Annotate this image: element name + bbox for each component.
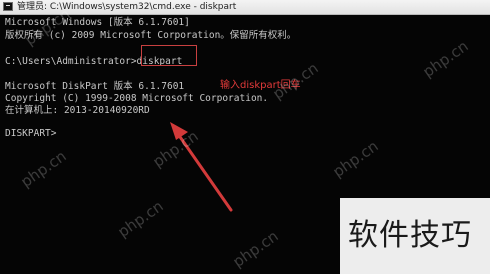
- console-prompt: DISKPART>: [5, 128, 57, 139]
- title-bar[interactable]: 管理员: C:\Windows\system32\cmd.exe - diskp…: [0, 0, 490, 15]
- command-highlight-box: [141, 45, 197, 66]
- window-title: 管理员: C:\Windows\system32\cmd.exe - diskp…: [17, 2, 237, 12]
- brand-badge: 软件技巧: [340, 198, 490, 274]
- console-line-4: Microsoft DiskPart 版本 6.1.7601: [5, 81, 185, 92]
- console-line-5: Copyright (C) 1999-2008 Microsoft Corpor…: [5, 93, 269, 104]
- console-line-6: 在计算机上: 2013-20140920RD: [5, 105, 150, 116]
- cmd-icon: [3, 2, 13, 11]
- cmd-window: 管理员: C:\Windows\system32\cmd.exe - diskp…: [0, 0, 490, 274]
- brand-text: 软件技巧: [348, 218, 472, 253]
